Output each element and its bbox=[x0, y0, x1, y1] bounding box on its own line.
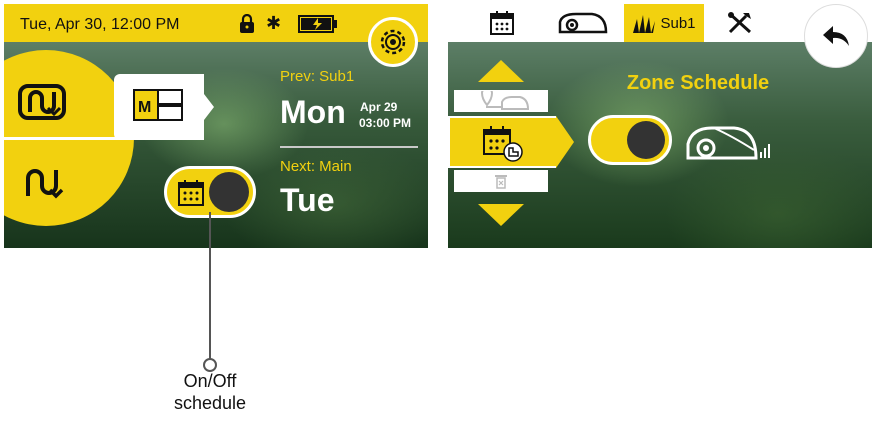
trash-icon bbox=[495, 175, 507, 189]
route-mode-icon[interactable] bbox=[22, 164, 66, 200]
lock-icon bbox=[240, 14, 254, 33]
schedule-toggle[interactable] bbox=[164, 166, 256, 218]
prev-next-separator bbox=[280, 146, 418, 148]
callout-label: On/Off schedule bbox=[130, 370, 290, 414]
toggle-knob bbox=[627, 121, 665, 159]
zone-map-icon: M bbox=[133, 89, 183, 121]
mower-signal-icon bbox=[686, 126, 770, 160]
up-arrow-icon[interactable] bbox=[478, 60, 524, 82]
prev-label: Prev: Sub1 bbox=[280, 68, 355, 85]
auto-mode-icon[interactable] bbox=[18, 82, 66, 122]
next-label: Next: Main bbox=[280, 158, 352, 175]
zone-main-letter: M bbox=[138, 99, 151, 116]
callout-line-2: schedule bbox=[173, 393, 247, 413]
callout-line-1: On/Off bbox=[183, 371, 237, 391]
back-arrow-icon bbox=[823, 26, 849, 46]
down-arrow-icon[interactable] bbox=[478, 204, 524, 226]
zone-schedule-toggle[interactable] bbox=[588, 115, 672, 165]
tools-icon[interactable] bbox=[726, 10, 754, 36]
status-datetime: Tue, Apr 30, 12:00 PM bbox=[20, 16, 180, 33]
callout-line bbox=[209, 212, 211, 360]
next-day: Tue bbox=[280, 182, 335, 218]
grass-icon bbox=[633, 15, 656, 33]
status-bar: Tue, Apr 30, 12:00 PM ✱ bbox=[4, 4, 428, 42]
location-mower-icon bbox=[480, 91, 530, 110]
calendar-icon bbox=[178, 180, 204, 206]
menu-item-zone-schedule[interactable] bbox=[448, 116, 574, 168]
prev-day: Mon bbox=[280, 94, 346, 130]
mower-icon[interactable] bbox=[558, 12, 608, 34]
bluetooth-icon: ✱ bbox=[266, 13, 282, 33]
prev-time: 03:00 PM bbox=[359, 116, 412, 130]
tab-zone-label: Sub1 bbox=[660, 14, 696, 32]
prev-date: Apr 29 bbox=[360, 100, 398, 114]
menu-item-delete[interactable] bbox=[454, 170, 548, 192]
zone-schedule-screen: Sub1 Zone Schedule bbox=[448, 4, 872, 248]
gear-icon bbox=[380, 29, 406, 55]
settings-button[interactable] bbox=[368, 17, 418, 67]
calendar-zone-icon bbox=[483, 126, 523, 162]
tab-zone[interactable]: Sub1 bbox=[624, 4, 704, 42]
calendar-icon[interactable] bbox=[488, 10, 516, 36]
zone-schedule-title: Zone Schedule bbox=[626, 72, 770, 94]
back-button[interactable] bbox=[804, 4, 868, 68]
battery-charging-icon bbox=[298, 15, 337, 33]
toggle-knob bbox=[209, 172, 249, 212]
zone-selector-button[interactable]: M bbox=[114, 74, 214, 140]
menu-item-location[interactable] bbox=[454, 90, 548, 112]
main-screen: Tue, Apr 30, 12:00 PM ✱ M Prev: Sub1 Mon… bbox=[4, 4, 428, 248]
